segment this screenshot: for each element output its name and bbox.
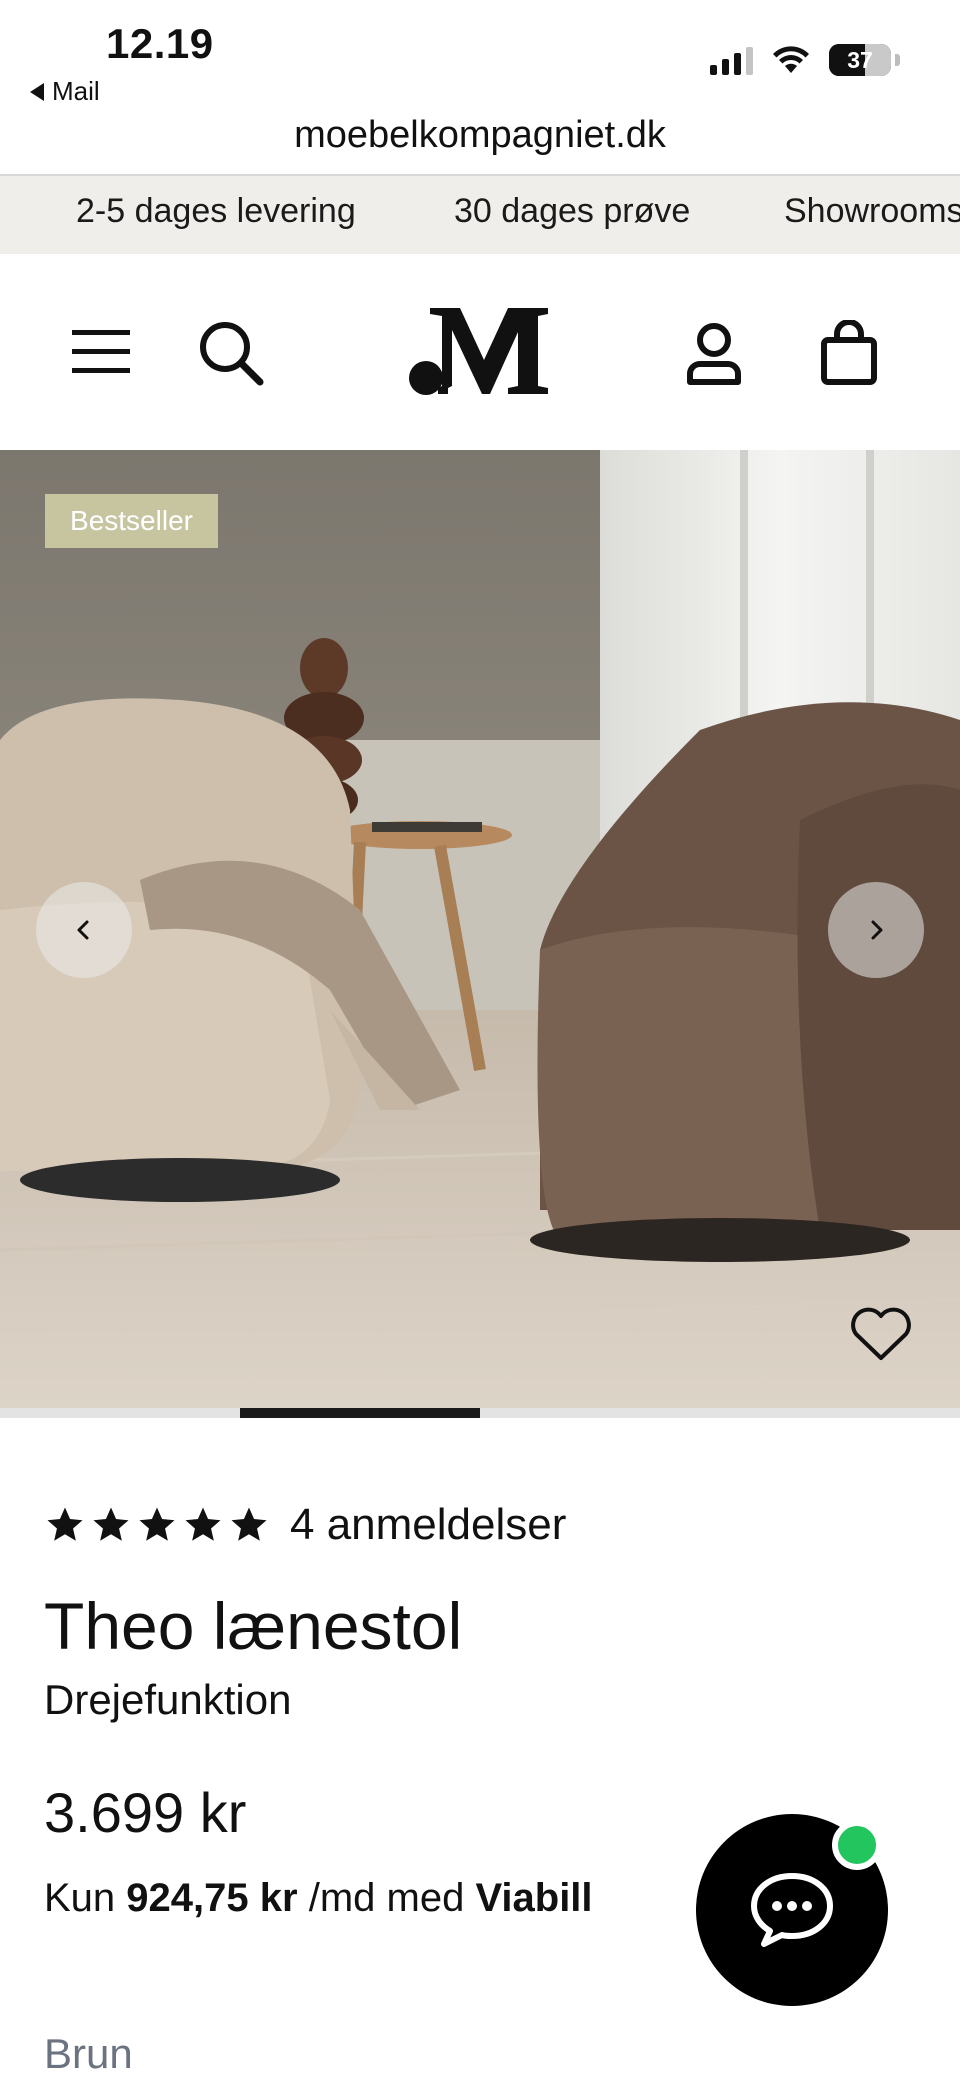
menu-icon[interactable] bbox=[70, 328, 132, 376]
reviews-link[interactable]: 4 anmeldelser bbox=[290, 1500, 566, 1550]
star-rating bbox=[44, 1504, 270, 1546]
logo[interactable] bbox=[408, 306, 554, 396]
prev-image-button[interactable] bbox=[36, 882, 132, 978]
finance-amount: 924,75 kr bbox=[126, 1876, 298, 1920]
finance-provider: Viabill bbox=[475, 1876, 593, 1920]
slider-progress-fill bbox=[240, 1408, 480, 1418]
finance-prefix: Kun bbox=[44, 1876, 116, 1920]
star-icon bbox=[185, 1507, 221, 1541]
chat-bubble-icon bbox=[751, 1873, 833, 1947]
product-price: 3.699 kr bbox=[44, 1781, 247, 1844]
url-text: moebelkompagniet.dk bbox=[294, 114, 666, 156]
battery-level: 37 bbox=[847, 47, 873, 73]
finance-mid: /md med bbox=[308, 1876, 465, 1920]
battery-cap bbox=[895, 54, 900, 66]
usp-item-delivery: 2-5 dages levering bbox=[76, 192, 356, 230]
address-bar[interactable]: moebelkompagniet.dk bbox=[0, 110, 960, 176]
usp-strip: 2-5 dages levering 30 dages prøve Showro… bbox=[0, 176, 960, 254]
product-subtitle: Drejefunktion bbox=[44, 1676, 292, 1723]
search-icon[interactable] bbox=[198, 320, 264, 386]
star-icon bbox=[47, 1507, 83, 1541]
bestseller-badge: Bestseller bbox=[45, 494, 218, 548]
star-icon bbox=[231, 1507, 267, 1541]
back-triangle-icon bbox=[30, 82, 44, 101]
back-to-mail-link[interactable]: Mail bbox=[30, 76, 100, 107]
product-photo bbox=[0, 450, 960, 1408]
cellular-signal-icon bbox=[710, 45, 753, 75]
star-icon bbox=[139, 1507, 175, 1541]
online-status-dot bbox=[832, 1820, 882, 1870]
chevron-left-icon bbox=[77, 920, 89, 940]
wishlist-heart-icon[interactable] bbox=[848, 1306, 914, 1362]
battery-icon: 37 bbox=[829, 44, 891, 76]
back-label: Mail bbox=[52, 76, 100, 106]
usp-item-showrooms: Showrooms bbox=[784, 192, 960, 230]
star-icon bbox=[93, 1507, 129, 1541]
slider-progress-track bbox=[0, 1408, 960, 1418]
bag-icon[interactable] bbox=[820, 320, 878, 386]
wifi-icon bbox=[773, 46, 809, 73]
product-title: Theo lænestol bbox=[44, 1589, 463, 1663]
status-bar: 12.19 Mail 37 bbox=[0, 0, 960, 110]
color-label: Brun bbox=[44, 2030, 133, 2077]
usp-item-trial: 30 dages prøve bbox=[454, 192, 691, 230]
account-icon[interactable] bbox=[686, 322, 742, 386]
product-image[interactable] bbox=[0, 450, 960, 1408]
rating-row[interactable]: 4 anmeldelser bbox=[44, 1500, 566, 1550]
status-time: 12.19 bbox=[106, 20, 214, 67]
status-indicators: 37 bbox=[710, 44, 900, 76]
next-image-button[interactable] bbox=[828, 882, 924, 978]
site-header bbox=[0, 254, 960, 450]
chevron-right-icon bbox=[871, 920, 883, 940]
financing-info: Kun 924,75 kr /md med Viabill bbox=[44, 1876, 593, 1921]
